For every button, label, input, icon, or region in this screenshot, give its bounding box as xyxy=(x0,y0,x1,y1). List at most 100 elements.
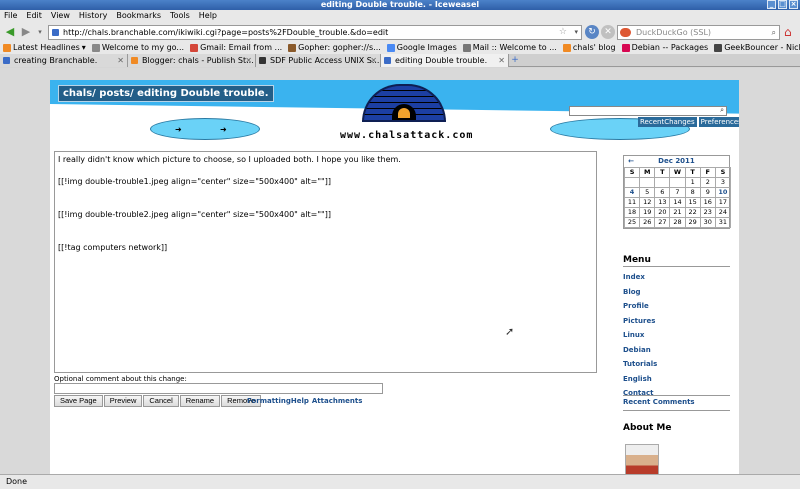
sidebar-item-debian[interactable]: Debian xyxy=(623,343,657,358)
close-tab-icon[interactable]: ✕ xyxy=(498,54,505,67)
back-icon[interactable]: ◀ xyxy=(3,25,17,39)
sidebar-item-index[interactable]: Index xyxy=(623,270,657,285)
url-dropdown-icon[interactable]: ▾ xyxy=(574,26,578,39)
calendar-day: 5 xyxy=(639,187,656,198)
calendar-dow: T xyxy=(684,167,701,178)
penguin-icon xyxy=(398,108,410,118)
bookmark-item[interactable]: Mail :: Welcome to ... xyxy=(462,42,557,54)
bookmark-item[interactable]: chals' blog xyxy=(562,42,616,54)
comment-input[interactable] xyxy=(54,383,383,394)
calendar-grid: S M T W T F S 1 2 3 4 5 6 7 8 9 10 11 12 13 14 15 16 17 18 19 20 21… xyxy=(623,167,732,228)
calendar-day: 23 xyxy=(699,207,716,218)
bookmark-favicon-icon xyxy=(462,44,471,52)
menu-view[interactable]: View xyxy=(51,10,70,22)
minimize-icon[interactable]: _ xyxy=(767,0,776,9)
save-page-button[interactable]: Save Page xyxy=(54,395,103,407)
menu-file[interactable]: File xyxy=(4,10,17,22)
action-preferences[interactable]: Preferences xyxy=(698,117,739,127)
sidebar-item-pictures[interactable]: Pictures xyxy=(623,314,657,329)
sidebar-item-blog[interactable]: Blog xyxy=(623,285,657,300)
close-tab-icon[interactable]: ✕ xyxy=(117,54,124,67)
tab-4[interactable]: editing Double trouble. ✕ xyxy=(381,54,509,67)
site-banner: chals/ posts/ editing Double trouble. ➜ … xyxy=(50,80,739,148)
site-search-input[interactable]: ⌕ xyxy=(569,106,727,116)
sidebar-item-english[interactable]: English xyxy=(623,372,657,387)
chevron-down-icon[interactable]: ▾ xyxy=(82,42,86,54)
formattinghelp-link[interactable]: FormattingHelp xyxy=(247,397,309,405)
breadcrumb[interactable]: chals/ posts/ editing Double trouble. xyxy=(58,85,274,102)
calendar-week: 18 19 20 21 22 23 24 xyxy=(623,207,732,218)
calendar-day[interactable]: 4 xyxy=(623,187,641,198)
rename-button[interactable]: Rename xyxy=(179,395,221,407)
forward-icon[interactable]: ▶ xyxy=(19,25,33,39)
calendar-day: 14 xyxy=(669,197,686,208)
menu-history[interactable]: History xyxy=(79,10,107,22)
close-tab-icon[interactable]: ✕ xyxy=(370,54,377,67)
url-bar[interactable]: http://chals.branchable.com/ikiwiki.cgi?… xyxy=(48,25,582,40)
bookmark-item[interactable]: GeekBouncer - Nick... xyxy=(714,42,800,54)
history-dropdown-icon[interactable]: ▾ xyxy=(33,25,47,39)
bookmark-item[interactable]: Latest Headlines ▾ xyxy=(3,42,86,54)
calendar-day: 9 xyxy=(699,187,716,198)
new-tab-icon[interactable]: + xyxy=(509,54,521,66)
menu-edit[interactable]: Edit xyxy=(26,10,42,22)
calendar-week: 4 5 6 7 8 9 10 xyxy=(623,187,732,198)
calendar-prev-link[interactable]: ← xyxy=(624,156,638,167)
bookmark-item[interactable]: Google Images xyxy=(386,42,457,54)
calendar-dow: S xyxy=(623,167,641,178)
bookmark-label: Gopher: gopher://s... xyxy=(298,43,381,52)
avatar[interactable] xyxy=(625,444,659,474)
reload-icon[interactable]: ↻ xyxy=(585,25,599,39)
close-tab-icon[interactable]: ✕ xyxy=(245,54,252,67)
menu-help[interactable]: Help xyxy=(199,10,217,22)
calendar-day: 6 xyxy=(654,187,671,198)
maximize-icon[interactable]: □ xyxy=(778,0,787,9)
bookmark-item[interactable]: Gopher: gopher://s... xyxy=(288,42,381,54)
bookmark-favicon-icon xyxy=(621,44,630,52)
tab-strip: creating Branchable. ✕ Blogger: chals - Pu… xyxy=(0,54,800,67)
home-icon[interactable]: ⌂ xyxy=(784,25,798,39)
bookmark-item[interactable]: Welcome to my go... xyxy=(91,42,185,54)
sidebar-item-profile[interactable]: Profile xyxy=(623,299,657,314)
calendar-day: 7 xyxy=(669,187,686,198)
calendar-dow: S xyxy=(714,167,732,178)
sidebar-item-tutorials[interactable]: Tutorials xyxy=(623,357,657,372)
calendar-day: 8 xyxy=(684,187,701,198)
preview-button[interactable]: Preview xyxy=(103,395,143,407)
menu-tools[interactable]: Tools xyxy=(170,10,190,22)
search-icon[interactable]: ⌕ xyxy=(772,26,776,39)
calendar-day: 2 xyxy=(699,177,716,188)
tab-1[interactable]: creating Branchable. ✕ xyxy=(0,54,128,67)
search-input[interactable]: DuckDuckGo (SSL) ⌕ xyxy=(617,25,780,40)
ice-floe-left xyxy=(150,118,260,140)
calendar-day: 29 xyxy=(684,217,701,228)
search-icon[interactable]: ⌕ xyxy=(720,106,724,115)
calendar-month[interactable]: Dec 2011 xyxy=(638,156,715,167)
calendar-day: 25 xyxy=(623,217,641,228)
site-name: www.chalsattack.com xyxy=(340,130,474,141)
sidebar-item-linux[interactable]: Linux xyxy=(623,328,657,343)
close-icon[interactable]: × xyxy=(789,0,798,9)
calendar-day: 15 xyxy=(684,197,701,208)
search-engine-icon[interactable] xyxy=(620,28,631,37)
comment-label: Optional comment about this change: xyxy=(54,375,187,383)
tab-label: Blogger: chals - Publish St... xyxy=(142,56,254,65)
menu-bookmarks[interactable]: Bookmarks xyxy=(116,10,161,22)
editor-line xyxy=(58,220,593,231)
bookmark-item[interactable]: Debian -- Packages xyxy=(621,42,708,54)
action-recentchanges[interactable]: RecentChanges xyxy=(638,117,697,127)
tab-3[interactable]: SDF Public Access UNIX S... ✕ xyxy=(256,54,381,67)
bookmark-favicon-icon xyxy=(562,44,571,52)
page-editor-textarea[interactable]: I really didn't know which picture to ch… xyxy=(54,151,597,373)
tab-2[interactable]: Blogger: chals - Publish St... ✕ xyxy=(128,54,256,67)
bookmark-label: Welcome to my go... xyxy=(101,43,185,52)
cancel-button[interactable]: Cancel xyxy=(143,395,179,407)
attachments-link[interactable]: Attachments xyxy=(312,397,363,405)
bookmark-star-icon[interactable]: ☆ xyxy=(559,26,567,39)
recent-comments-link[interactable]: Recent Comments xyxy=(623,398,695,406)
stop-icon[interactable]: ✕ xyxy=(601,25,615,39)
bookmark-item[interactable]: Gmail: Email from ... xyxy=(190,42,282,54)
calendar-day[interactable]: 10 xyxy=(714,187,732,198)
tab-favicon-icon xyxy=(384,57,391,64)
editor-line: [[!img double-trouble2.jpeg align="cente… xyxy=(58,210,331,219)
